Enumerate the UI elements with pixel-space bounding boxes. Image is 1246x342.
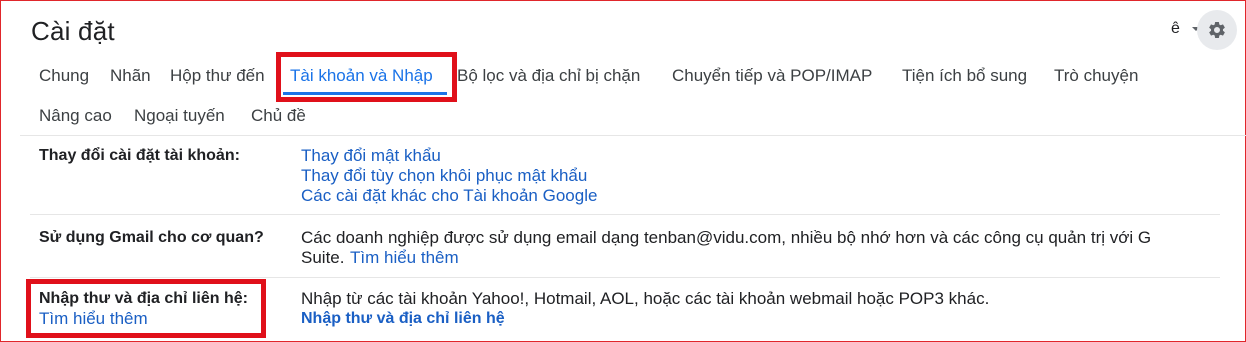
tab-general[interactable]: Chung xyxy=(39,66,89,86)
tabs-divider xyxy=(20,135,1246,136)
tab-labels[interactable]: Nhãn xyxy=(110,66,151,86)
gmail-for-work-description-cont: Suite. xyxy=(301,248,345,267)
gear-icon xyxy=(1209,21,1225,38)
change-password-link[interactable]: Thay đổi mật khẩu xyxy=(301,146,441,166)
tab-themes[interactable]: Chủ đề xyxy=(251,106,306,126)
change-account-settings-label: Thay đổi cài đặt tài khoản: xyxy=(39,147,240,164)
settings-button[interactable] xyxy=(1197,10,1237,50)
gmail-for-work-description: Các doanh nghiệp được sử dụng email dạng… xyxy=(301,228,1152,247)
change-recovery-options-link[interactable]: Thay đổi tùy chọn khôi phục mật khẩu xyxy=(301,166,587,186)
row-divider xyxy=(30,277,1220,278)
tab-inbox[interactable]: Hộp thư đến xyxy=(170,66,265,86)
import-mail-contacts-link[interactable]: Nhập thư và địa chỉ liên hệ xyxy=(301,310,505,328)
page-title: Cài đặt xyxy=(31,16,115,46)
gmail-for-work-label: Sử dụng Gmail cho cơ quan? xyxy=(39,229,264,246)
tab-offline[interactable]: Ngoại tuyến xyxy=(134,106,225,126)
import-mail-contacts-label: Nhập thư và địa chỉ liên hệ: xyxy=(39,290,248,307)
tab-chat[interactable]: Trò chuyện xyxy=(1054,66,1138,86)
active-tab-indicator xyxy=(283,92,447,95)
import-description: Nhập từ các tài khoản Yahoo!, Hotmail, A… xyxy=(301,289,990,308)
input-tools-button[interactable]: ê xyxy=(1171,20,1180,38)
import-learn-more-link[interactable]: Tìm hiểu thêm xyxy=(39,309,148,329)
tab-accounts-import[interactable]: Tài khoản và Nhập xyxy=(290,66,433,86)
tab-addons[interactable]: Tiện ích bổ sung xyxy=(902,66,1027,86)
gmail-for-work-learn-more-link[interactable]: Tìm hiểu thêm xyxy=(350,248,459,268)
tab-forwarding-pop-imap[interactable]: Chuyển tiếp và POP/IMAP xyxy=(672,66,872,86)
tab-advanced[interactable]: Nâng cao xyxy=(39,106,112,126)
tab-filters-blocked[interactable]: Bộ lọc và địa chỉ bị chặn xyxy=(457,66,640,86)
row-divider xyxy=(30,214,1220,215)
other-google-account-settings-link[interactable]: Các cài đặt khác cho Tài khoản Google xyxy=(301,186,597,206)
